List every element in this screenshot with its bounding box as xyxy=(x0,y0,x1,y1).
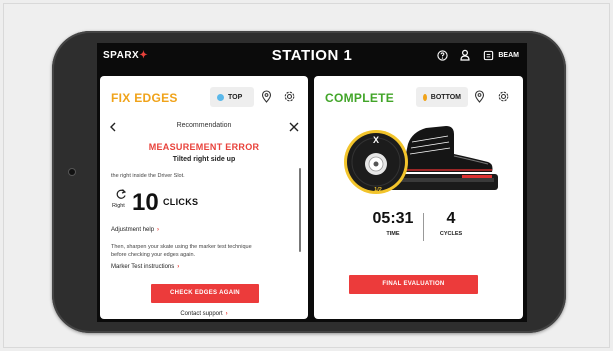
svg-text:X: X xyxy=(373,135,379,145)
chevron-right-icon: › xyxy=(157,227,160,233)
final-evaluation-button[interactable]: FINAL EVALUATION xyxy=(349,275,478,294)
skate-and-wheel-image: X xyxy=(344,126,498,194)
close-icon[interactable] xyxy=(288,120,300,132)
clicks-instruction: Right 10 CLICKS xyxy=(111,187,231,217)
stats-row: 05:31 TIME 4 CYCLES xyxy=(314,210,523,250)
location-pin-icon[interactable] xyxy=(260,90,273,103)
clicks-count: 10 xyxy=(132,189,159,216)
error-subtitle: Tilted right side up xyxy=(172,156,236,163)
help-circle-icon[interactable] xyxy=(435,48,449,62)
cycles-value: 4 xyxy=(446,210,456,227)
adjustment-help-label: Adjustment help xyxy=(111,227,155,233)
wheel-fraction-label: 1/2 xyxy=(374,187,382,193)
contact-support-link[interactable]: Contact support › xyxy=(100,311,308,317)
top-icons: BEAM xyxy=(435,48,519,62)
user-icon[interactable] xyxy=(458,48,472,62)
chevron-right-icon: › xyxy=(177,264,180,270)
rotate-direction: Right xyxy=(112,203,125,209)
gear-icon[interactable] xyxy=(283,90,296,103)
top-bar: SPARX✦ STATION 1 BEAM xyxy=(97,43,527,69)
chevron-right-icon: › xyxy=(225,311,228,317)
marker-test-link[interactable]: Marker Test instructions › xyxy=(111,264,179,270)
position-pill-bottom[interactable]: BOTTOM xyxy=(416,87,468,107)
position-dot xyxy=(217,93,224,101)
gear-icon[interactable] xyxy=(497,90,510,103)
recommendation-body: MEASUREMENT ERROR Tilted right side up t… xyxy=(100,138,308,319)
fix-edges-panel: FIX EDGES TOP Recommendation MEASUREMENT… xyxy=(100,76,308,319)
adjustment-help-link[interactable]: Adjustment help › xyxy=(111,227,159,233)
check-edges-again-button[interactable]: CHECK EDGES AGAIN xyxy=(151,284,259,303)
cycles-label: CYCLES xyxy=(439,231,463,237)
scrollbar[interactable] xyxy=(299,168,301,252)
contact-support-label: Contact support xyxy=(180,311,223,317)
camera-dot xyxy=(69,169,75,175)
position-label: TOP xyxy=(228,93,243,101)
beam-label: BEAM xyxy=(498,51,519,59)
position-pill-top[interactable]: TOP xyxy=(210,87,254,107)
beam-icon xyxy=(481,48,495,62)
beam-button[interactable]: BEAM xyxy=(481,48,519,62)
recommendation-title: Recommendation xyxy=(176,122,232,129)
position-dot xyxy=(423,93,427,101)
recommendation-header: Recommendation xyxy=(100,117,308,137)
tablet-device: SPARX✦ STATION 1 BEAM FIX EDGES TOP Reco… xyxy=(52,31,566,333)
time-value: 05:31 xyxy=(372,210,414,227)
sharpen-instructions: Then, sharpen your skate using the marke… xyxy=(111,244,252,258)
hint-text: the right inside the Driver Slot. xyxy=(111,173,185,179)
position-label: BOTTOM xyxy=(430,93,461,101)
location-pin-icon[interactable] xyxy=(473,90,486,103)
app-screen: SPARX✦ STATION 1 BEAM FIX EDGES TOP Reco… xyxy=(97,43,527,322)
complete-panel: COMPLETE BOTTOM X 1/2 05:31 TIME 4 CYCLE… xyxy=(314,76,523,319)
clicks-word: CLICKS xyxy=(163,197,199,207)
stats-divider xyxy=(423,213,424,241)
rotate-clockwise-icon xyxy=(115,187,127,199)
marker-test-label: Marker Test instructions xyxy=(111,264,175,270)
complete-title: COMPLETE xyxy=(325,91,395,105)
fix-edges-title: FIX EDGES xyxy=(111,91,178,105)
error-title: MEASUREMENT ERROR xyxy=(148,142,260,152)
time-label: TIME xyxy=(386,231,400,237)
